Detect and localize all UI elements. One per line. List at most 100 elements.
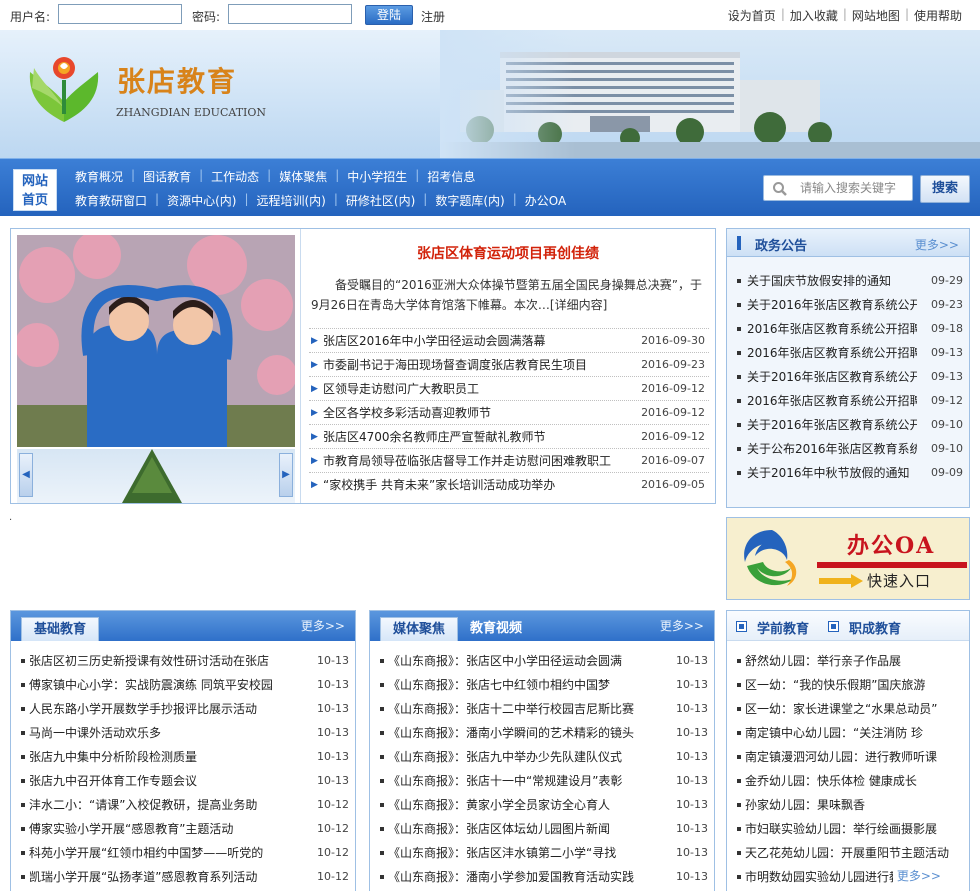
item-title[interactable]: 舒然幼儿园：举行亲子作品展 xyxy=(745,649,959,673)
list-item[interactable]: ▶ “家校携手 共育未来”家长培训活动成功举办 2016-09-05 xyxy=(309,472,709,496)
item-title[interactable]: 傅家镇中心小学：实战防震演练 同筑平安校园 xyxy=(29,673,289,697)
help-link[interactable]: 使用帮助 xyxy=(914,7,962,24)
item-title[interactable]: 马尚一中课外活动欢乐多 xyxy=(29,721,289,745)
list-item[interactable]: 张店九中召开体育工作专题会议 10-13 xyxy=(19,769,349,793)
item-title[interactable]: 区一幼：家长进课堂之“水果总动员” xyxy=(745,697,959,721)
search-input[interactable]: 请输入搜索关键字 xyxy=(763,175,913,201)
news-title[interactable]: “家校携手 共育未来”家长培训活动成功举办 xyxy=(323,473,633,497)
tab-vocational[interactable]: 职成教育 xyxy=(849,618,901,637)
list-item[interactable]: 区一幼：家长进课堂之“水果总动员” xyxy=(735,697,963,721)
item-title[interactable]: 科苑小学开展“红领巾相约中国梦——听党的 xyxy=(29,841,289,865)
add-favorite-link[interactable]: 加入收藏 xyxy=(790,7,838,24)
list-item[interactable]: 《山东商报》：张店九中举办少先队建队仪式 10-13 xyxy=(378,745,708,769)
more-link[interactable]: 更多>> xyxy=(915,236,959,253)
tab-media-focus[interactable]: 媒体聚焦 xyxy=(380,617,458,641)
nav-item-media-focus[interactable]: 媒体聚焦 xyxy=(279,168,327,185)
news-title[interactable]: 张店区2016年中小学田径运动会圆满落幕 xyxy=(323,329,633,353)
list-item[interactable]: 人民东路小学开展数学手抄报评比展示活动 10-13 xyxy=(19,697,349,721)
list-item[interactable]: 舒然幼儿园：举行亲子作品展 xyxy=(735,649,963,673)
list-item[interactable]: 张店九中集中分析阶段检测质量 10-13 xyxy=(19,745,349,769)
list-item[interactable]: 科苑小学开展“红领巾相约中国梦——听党的 10-12 xyxy=(19,841,349,865)
list-item[interactable]: 《山东商报》：潘南小学瞬间的艺术精彩的镜头 10-13 xyxy=(378,721,708,745)
item-title[interactable]: 凯瑞小学开展“弘扬孝道”感恩教育系列活动 xyxy=(29,865,289,889)
set-homepage-link[interactable]: 设为首页 xyxy=(728,7,776,24)
item-title[interactable]: 人民东路小学开展数学手抄报评比展示活动 xyxy=(29,697,289,721)
list-item[interactable]: 关于2016年张店区教育系统公开招聘 09-10 xyxy=(735,413,963,437)
nav-home-button[interactable]: 网站 首页 xyxy=(13,169,57,211)
sitemap-link[interactable]: 网站地图 xyxy=(852,7,900,24)
nav-item-picture-news[interactable]: 图话教育 xyxy=(143,168,191,185)
item-title[interactable]: 张店区初三历史新授课有效性研讨活动在张店 xyxy=(29,649,289,673)
notice-item-title[interactable]: 关于2016年张店区教育系统公开招聘 xyxy=(747,413,917,437)
list-item[interactable]: 《山东商报》：黄家小学全员家访全心育人 10-13 xyxy=(378,793,708,817)
list-item[interactable]: 关于公布2016年张店区教育系统 09-10 xyxy=(735,437,963,461)
item-title[interactable]: 区一幼：“我的快乐假期”国庆旅游 xyxy=(745,673,959,697)
notice-item-title[interactable]: 关于2016年中秋节放假的通知 xyxy=(747,461,917,485)
list-item[interactable]: ▶ 市委副书记于海田现场督查调度张店教育民生项目 2016-09-23 xyxy=(309,352,709,376)
item-title[interactable]: 《山东商报》：张店区体坛幼儿园图片新闻 xyxy=(388,817,650,841)
news-title[interactable]: 市委副书记于海田现场督查调度张店教育民生项目 xyxy=(323,353,633,377)
item-title[interactable]: 南定镇漫泗河幼儿园：进行教师听课 xyxy=(745,745,959,769)
list-item[interactable]: ▶ 张店区4700余名教师庄严宣誓献礼教师节 2016-09-12 xyxy=(309,424,709,448)
news-title[interactable]: 市教育局领导莅临张店督导工作并走访慰问困难教职工 xyxy=(323,449,633,473)
notice-item-title[interactable]: 2016年张店区教育系统公开招聘 xyxy=(747,341,917,365)
list-item[interactable]: 关于2016年中秋节放假的通知 09-09 xyxy=(735,461,963,485)
prev-arrow-button[interactable]: ◀ xyxy=(19,453,33,497)
nav-item-resource-center[interactable]: 资源中心(内) xyxy=(167,192,236,209)
nav-item-remote-training[interactable]: 远程培训(内) xyxy=(256,192,325,209)
list-item[interactable]: 金乔幼儿园：快乐体检 健康成长 xyxy=(735,769,963,793)
list-item[interactable]: 傅家实验小学开展“感恩教育”主题活动 10-12 xyxy=(19,817,349,841)
news-title[interactable]: 区领导走访慰问广大教职员工 xyxy=(323,377,633,401)
login-button[interactable]: 登陆 xyxy=(365,5,413,25)
list-item[interactable]: ▶ 区领导走访慰问广大教职员工 2016-09-12 xyxy=(309,376,709,400)
item-title[interactable]: 傅家实验小学开展“感恩教育”主题活动 xyxy=(29,817,289,841)
item-title[interactable]: 市妇联实验幼儿园：举行绘画摄影展 xyxy=(745,817,959,841)
nav-item-teaching-window[interactable]: 教育教研窗口 xyxy=(75,192,147,209)
more-link[interactable]: 更多>> xyxy=(660,617,704,634)
list-item[interactable]: 2016年张店区教育系统公开招聘 09-12 xyxy=(735,389,963,413)
notice-item-title[interactable]: 关于2016年张店区教育系统公开招聘 xyxy=(747,293,917,317)
headline-summary[interactable]: 备受瞩目的“2016亚洲大众体操节暨第五届全国民身操舞总决赛”，于9月26日在青… xyxy=(311,275,706,315)
nav-item-exam-info[interactable]: 招考信息 xyxy=(427,168,475,185)
tab-basic-education[interactable]: 基础教育 xyxy=(21,617,99,641)
item-title[interactable]: 张店九中召开体育工作专题会议 xyxy=(29,769,289,793)
list-item[interactable]: 南定镇漫泗河幼儿园：进行教师听课 xyxy=(735,745,963,769)
list-item[interactable]: 《山东商报》：张店区中小学田径运动会圆满 10-13 xyxy=(378,649,708,673)
tab-education-video[interactable]: 教育视频 xyxy=(470,617,522,641)
list-item[interactable]: 市妇联实验幼儿园：举行绘画摄影展 xyxy=(735,817,963,841)
notice-item-title[interactable]: 2016年张店区教育系统公开招聘 xyxy=(747,317,917,341)
list-item[interactable]: 关于2016年张店区教育系统公开招聘 09-23 xyxy=(735,293,963,317)
item-title[interactable]: 《山东商报》：张店区中小学田径运动会圆满 xyxy=(388,649,650,673)
news-title[interactable]: 张店区4700余名教师庄严宣誓献礼教师节 xyxy=(323,425,633,449)
item-title[interactable]: 南定镇中心幼儿园：“关注消防 珍 xyxy=(745,721,959,745)
notice-item-title[interactable]: 关于公布2016年张店区教育系统 xyxy=(747,437,917,461)
list-item[interactable]: ▶ 全区各学校多彩活动喜迎教师节 2016-09-12 xyxy=(309,400,709,424)
nav-item-office-oa[interactable]: 办公OA xyxy=(525,192,566,209)
nav-item-enrollment[interactable]: 中小学招生 xyxy=(347,168,407,185)
item-title[interactable]: 《山东商报》：张店十二中举行校园吉尼斯比赛 xyxy=(388,697,650,721)
item-title[interactable]: 《山东商报》：潘南小学瞬间的艺术精彩的镜头 xyxy=(388,721,650,745)
nav-item-education-overview[interactable]: 教育概况 xyxy=(75,168,123,185)
list-item[interactable]: 孙家幼儿园：果味飘香 xyxy=(735,793,963,817)
item-title[interactable]: 《山东商报》：张店十一中“常规建设月”表彰 xyxy=(388,769,650,793)
list-item[interactable]: 区一幼：“我的快乐假期”国庆旅游 xyxy=(735,673,963,697)
nav-item-work-news[interactable]: 工作动态 xyxy=(211,168,259,185)
list-item[interactable]: 2016年张店区教育系统公开招聘 09-13 xyxy=(735,341,963,365)
username-input[interactable] xyxy=(58,4,182,24)
next-arrow-button[interactable]: ▶ xyxy=(279,453,293,497)
notice-item-title[interactable]: 关于2016年张店区教育系统公开招聘 xyxy=(747,365,917,389)
more-link[interactable]: 更多>> xyxy=(301,617,345,634)
password-input[interactable] xyxy=(228,4,352,24)
nav-item-research-community[interactable]: 研修社区(内) xyxy=(346,192,415,209)
list-item[interactable]: 《山东商报》：张店区体坛幼儿园图片新闻 10-13 xyxy=(378,817,708,841)
list-item[interactable]: 南定镇中心幼儿园：“关注消防 珍 xyxy=(735,721,963,745)
list-item[interactable]: 关于2016年张店区教育系统公开招聘 09-13 xyxy=(735,365,963,389)
item-title[interactable]: 天乙花苑幼儿园：开展重阳节主题活动 xyxy=(745,841,959,865)
item-title[interactable]: 《山东商报》：黄家小学全员家访全心育人 xyxy=(388,793,650,817)
list-item[interactable]: 张店区初三历史新授课有效性研讨活动在张店 10-13 xyxy=(19,649,349,673)
list-item[interactable]: 傅家镇中心小学：实战防震演练 同筑平安校园 10-13 xyxy=(19,673,349,697)
notice-item-title[interactable]: 2016年张店区教育系统公开招聘 xyxy=(747,389,917,413)
thumbnail-image[interactable] xyxy=(112,449,192,503)
list-item[interactable]: 沣水二小：“请课”入校促教研，提高业务助 10-12 xyxy=(19,793,349,817)
list-item[interactable]: 《山东商报》：张店区沣水镇第二小学“寻找 10-13 xyxy=(378,841,708,865)
